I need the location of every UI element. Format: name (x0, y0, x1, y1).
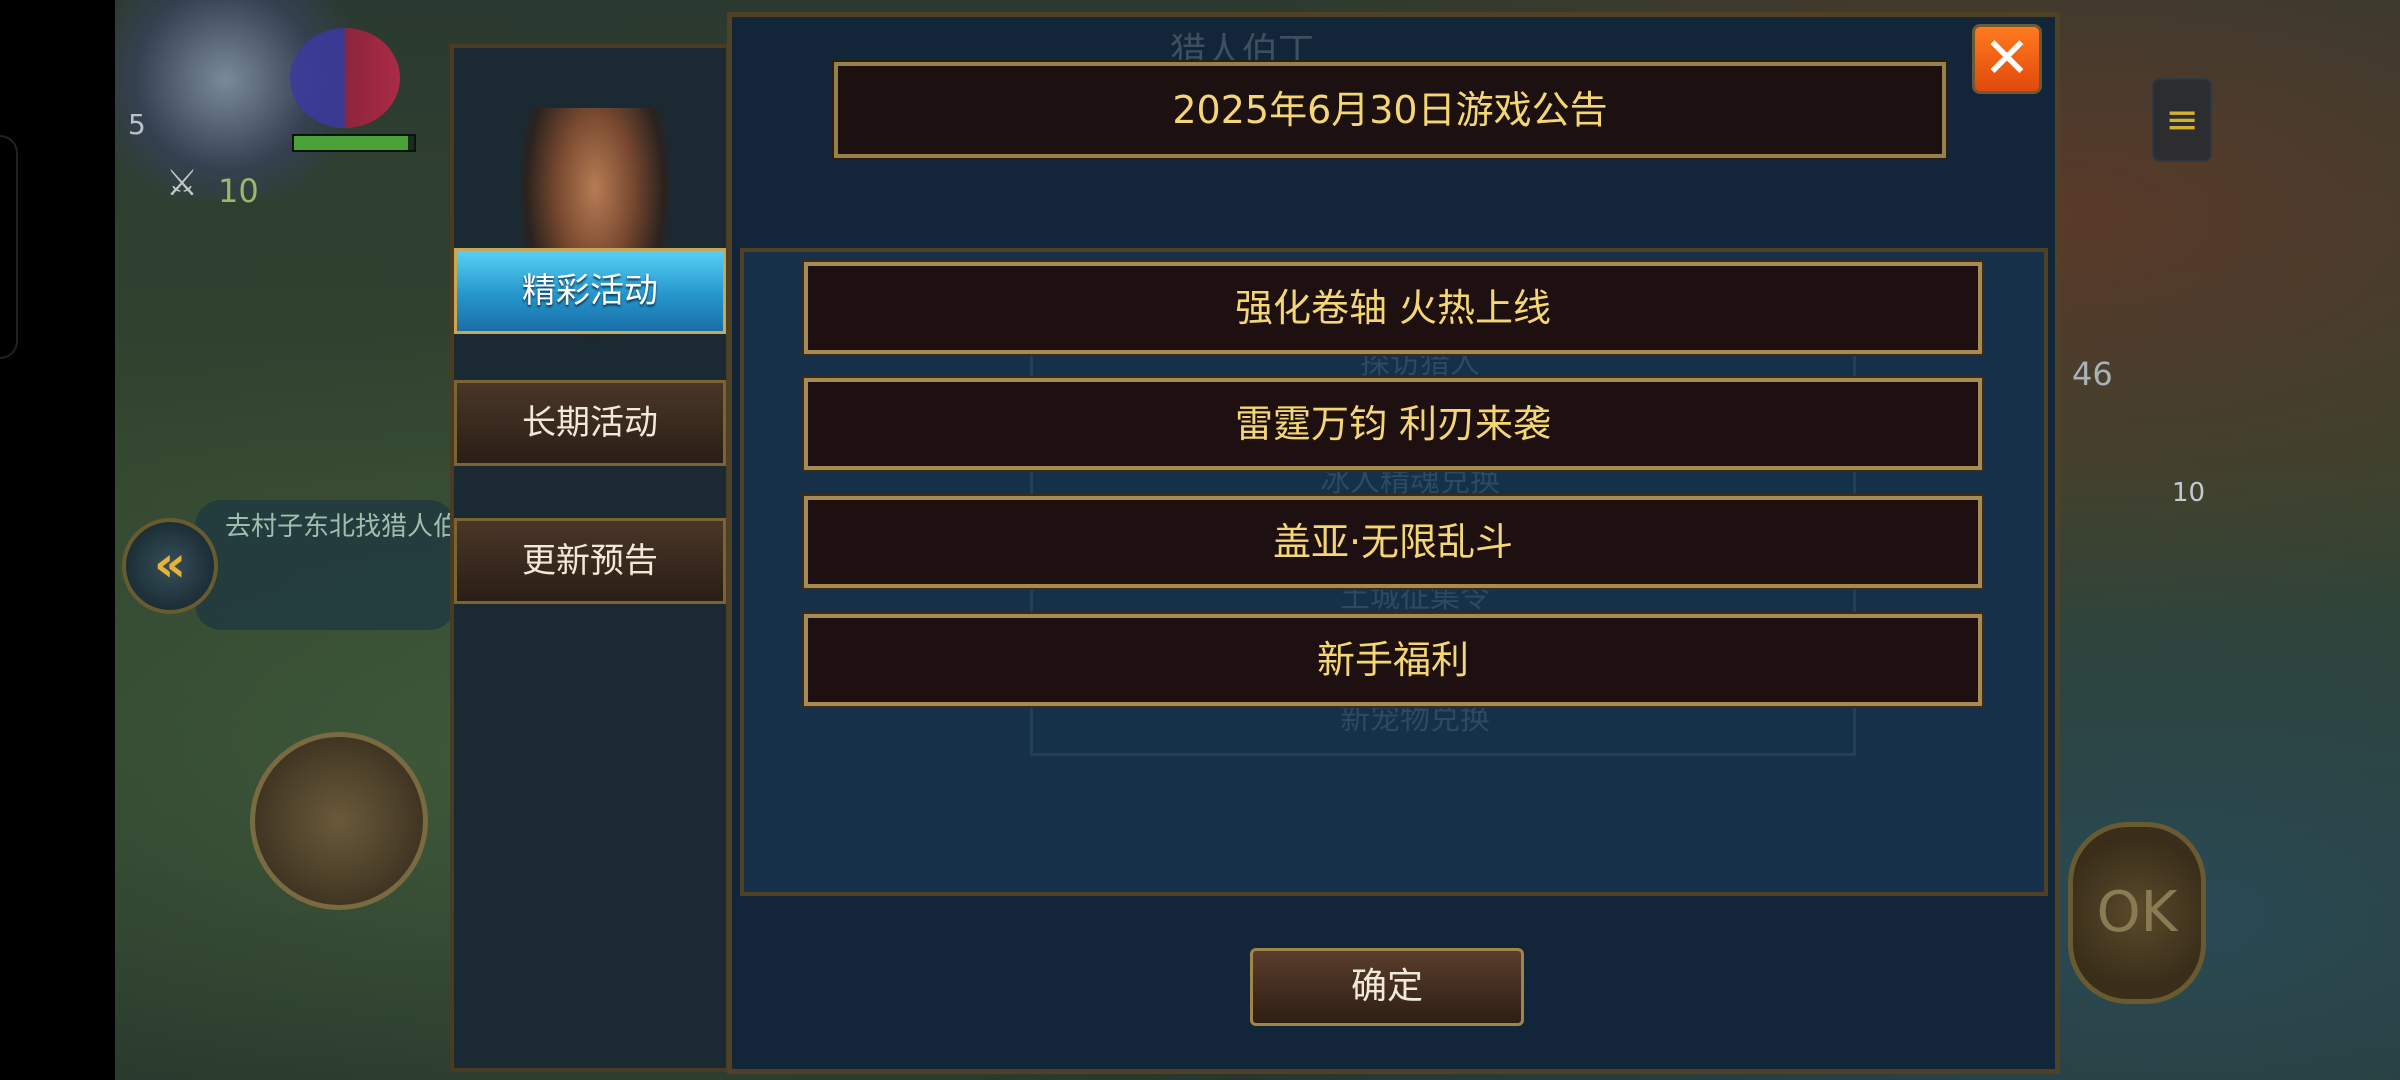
camera-notch (0, 135, 18, 359)
quest-text[interactable]: 去村子东北找猎人伯 (225, 506, 455, 543)
combat-power: 10 (218, 172, 259, 210)
announcement-item[interactable]: 雷霆万钧 利刃来袭 (802, 376, 1984, 472)
right-counter: 46 (2072, 355, 2113, 393)
announcement-item[interactable]: 强化卷轴 火热上线 (802, 260, 1984, 356)
sword-icon: ⚔ (165, 163, 199, 204)
close-icon: ✕ (1983, 26, 2031, 91)
exp-bar (292, 134, 416, 152)
close-button[interactable]: ✕ (1972, 24, 2042, 94)
tab-featured-events[interactable]: 精彩活动 (454, 248, 726, 334)
announcement-title: 2025年6月30日游戏公告 (832, 60, 1948, 160)
announcement-item[interactable]: 盖亚·无限乱斗 (802, 494, 1984, 590)
player-level: 5 (128, 108, 146, 141)
exp-bar-fill (294, 136, 408, 150)
tab-long-term-events[interactable]: 长期活动 (454, 380, 726, 466)
hp-mp-orb (290, 28, 400, 128)
announcement-item[interactable]: 新手福利 (802, 612, 1984, 708)
tab-update-preview[interactable]: 更新预告 (454, 518, 726, 604)
confirm-button[interactable]: 确定 (1250, 948, 1524, 1026)
collapse-arrow-icon[interactable]: « (122, 518, 218, 614)
filter-icon[interactable]: ≡ (2152, 78, 2212, 162)
virtual-joystick[interactable] (250, 732, 428, 910)
ok-skill-button[interactable]: OK (2068, 822, 2206, 1004)
item-count: 10 (2172, 478, 2206, 508)
